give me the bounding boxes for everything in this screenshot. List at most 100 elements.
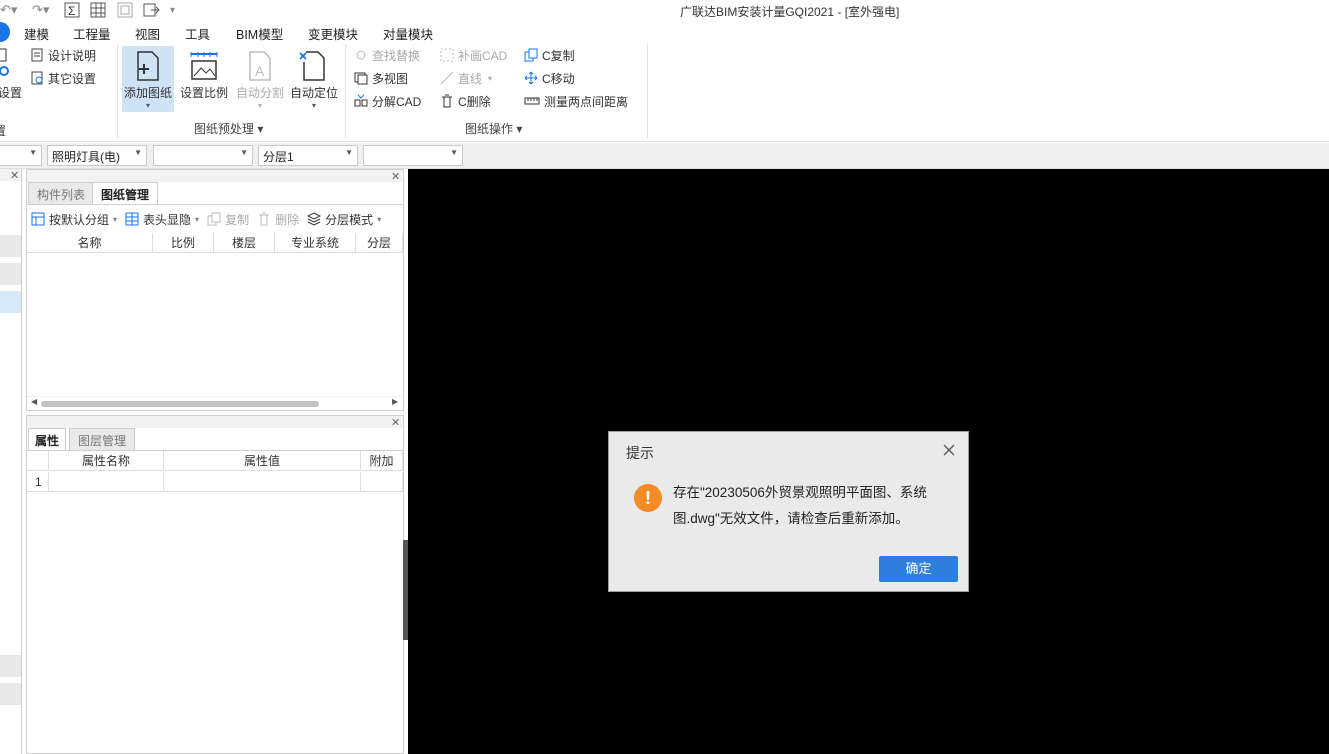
toggle-columns-button[interactable]: 表头显隐 ▾ [125,211,199,228]
other-settings-label: 其它设置 [48,71,97,86]
export-icon[interactable] [143,2,161,21]
close-icon[interactable] [942,443,956,457]
group-default-button[interactable]: 按默认分组 ▾ [31,211,117,228]
menu-view[interactable]: 视图 [135,24,160,43]
component-select[interactable]: ▼ [153,145,253,166]
title-bar: ↶▾ ↷▾ Σ ▾ 广联达BIM安装计量GQI2021 - [室外强电] [0,0,1329,22]
property-name-cell[interactable] [49,472,164,492]
extra-select[interactable]: ▼ [363,145,463,166]
other-settings-button[interactable]: 其它设置 [30,69,96,87]
set-scale-icon [190,52,218,80]
settings-doc-icon [31,71,43,85]
set-scale-label: 设置比例 [179,86,228,100]
tab-drawing-manager[interactable]: 图纸管理 [92,182,159,204]
column-header-scale[interactable]: 比例 [153,233,214,253]
close-icon[interactable]: ✕ [391,416,400,429]
column-header-property-name[interactable]: 属性名称 [49,451,164,471]
component-type-select[interactable]: 照明灯具(电) ▼ [47,145,147,166]
find-replace-button[interactable]: 查找替换 [354,46,420,64]
tab-properties[interactable]: 属性 [28,428,67,450]
scroll-left-icon[interactable]: ◀ [31,397,37,406]
horizontal-scrollbar[interactable]: ◀ ▶ [27,396,403,410]
scrollbar-thumb[interactable] [41,401,319,407]
column-header-extra[interactable]: 附加 [361,451,403,471]
tab-layer-manager[interactable]: 图层管理 [69,428,136,450]
column-header-floor[interactable]: 楼层 [214,233,275,253]
draw-cad-label: 补画CAD [458,48,508,63]
ruler-icon [524,97,540,105]
property-extra-cell[interactable] [361,472,403,492]
column-header-name[interactable]: 名称 [27,233,153,253]
trash-icon [442,94,452,108]
chevron-down-icon: ▾ [113,214,118,224]
nav-row-selected[interactable] [0,291,21,313]
menu-change-module[interactable]: 变更模块 [308,24,358,43]
set-scale-button[interactable]: 设置比例 [178,46,230,112]
layers-icon [307,212,322,226]
design-notes-button[interactable]: 设计说明 [30,46,96,64]
alert-dialog: 提示 ! 存在"20230506外贸景观照明平面图、系统图.dwg"无效文件，请… [608,431,969,592]
menu-quantity[interactable]: 工程量 [73,24,111,43]
redo-icon[interactable]: ↷▾ [32,2,49,18]
gear-icon[interactable] [0,65,10,80]
auto-locate-button[interactable]: 自动定位 ▾ [288,46,340,112]
multi-view-label: 多视图 [372,71,409,86]
delete-button[interactable]: 删除 [257,211,299,228]
undo-icon[interactable]: ↶▾ [0,2,17,18]
tab-component-list[interactable]: 构件列表 [28,182,95,204]
column-header-layer[interactable]: 分层 [356,233,403,253]
calculator-icon[interactable] [90,2,106,21]
chevron-down-icon: ▼ [450,148,458,157]
more-icon[interactable]: ▾ [170,5,175,16]
sum-icon[interactable]: Σ [64,2,80,21]
menu-bim-model[interactable]: BIM模型 [236,24,283,43]
scroll-right-icon[interactable]: ▶ [392,397,398,406]
c-copy-button[interactable]: C复制 [524,46,575,64]
copy-button[interactable]: 复制 [207,211,249,228]
explode-cad-label: 分解CAD [372,94,422,109]
line-label: 直线 [458,71,483,86]
nav-row[interactable] [0,235,21,257]
nav-row[interactable] [0,655,21,677]
category-select[interactable]: ▼ [0,145,42,166]
group-label-ops: 图纸操作 ▾ [465,122,523,136]
measure-distance-button[interactable]: 测量两点间距离 [524,92,628,110]
explode-cad-icon [354,94,368,107]
c-move-button[interactable]: C移动 [524,69,575,87]
group-label-preprocess: 图纸预处理 ▾ [194,122,264,136]
add-drawing-button[interactable]: 添加图纸 ▾ [122,46,174,112]
line-icon [440,71,454,85]
app-menu-button[interactable] [0,22,10,42]
auto-split-button[interactable]: A 自动分割 ▾ [234,46,286,112]
layer-select[interactable]: 分层1 ▼ [258,145,358,166]
c-delete-button[interactable]: C删除 [440,92,491,110]
draw-cad-button[interactable]: 补画CAD [440,46,507,64]
copy-icon [524,48,538,62]
nav-row[interactable] [0,683,21,705]
chevron-down-icon: ▾ [311,101,316,110]
multi-view-button[interactable]: 多视图 [354,69,408,87]
panel-splitter[interactable] [403,540,408,640]
draw-cad-icon [440,48,454,62]
layer-mode-button[interactable]: 分层模式 ▾ [307,211,381,228]
menu-tools[interactable]: 工具 [185,24,210,43]
menu-modeling[interactable]: 建模 [24,24,49,43]
close-icon[interactable]: ✕ [10,169,19,182]
auto-split-icon: A [249,51,271,81]
summary-icon[interactable] [117,2,133,21]
close-icon[interactable]: ✕ [391,170,400,183]
nav-row[interactable] [0,263,21,285]
settings-label[interactable]: 设置 [0,84,22,101]
cut-doc-icon[interactable] [0,48,10,65]
column-header-system[interactable]: 专业系统 [275,233,356,253]
explode-cad-button[interactable]: 分解CAD [354,92,421,110]
column-header-property-value[interactable]: 属性值 [164,451,361,471]
property-value-cell[interactable] [164,472,361,492]
ok-button[interactable]: 确定 [879,556,958,582]
move-icon [524,71,538,85]
line-button[interactable]: 直线 ▾ [440,69,492,87]
auto-locate-icon [299,51,325,81]
group-default-label: 按默认分组 [49,212,110,227]
chevron-down-icon: ▼ [29,148,37,157]
menu-reconcile-module[interactable]: 对量模块 [383,24,433,43]
